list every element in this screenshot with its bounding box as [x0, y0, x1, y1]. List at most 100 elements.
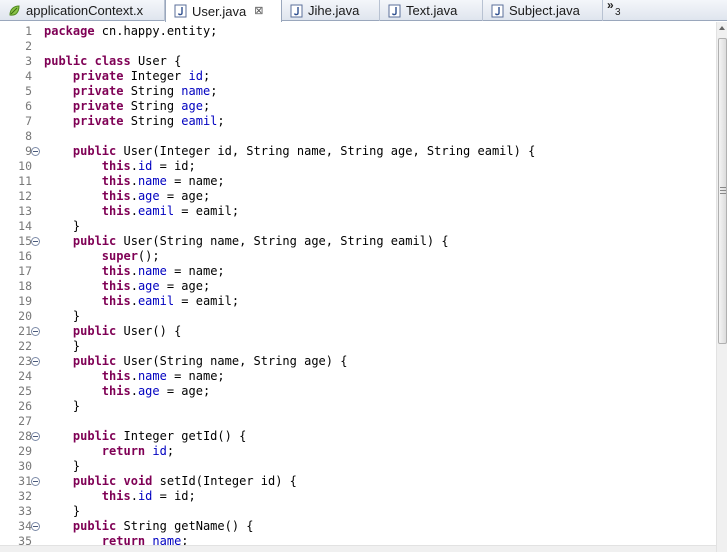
code-line[interactable]: 33 } [0, 504, 716, 519]
fold-toggle-icon[interactable] [31, 432, 40, 441]
code-line[interactable]: 29 return id; [0, 444, 716, 459]
line-number: 25 [18, 384, 32, 398]
code-line[interactable]: 9 public User(Integer id, String name, S… [0, 144, 716, 159]
code-text: public User(String name, String age) { [44, 354, 348, 369]
fold-toggle-icon[interactable] [31, 237, 40, 246]
code-keyword: public [72, 324, 117, 338]
tab-subject-java[interactable]: Subject.java [483, 0, 603, 21]
code-field: age [181, 99, 203, 113]
code-line[interactable]: 22 } [0, 339, 716, 354]
code-line[interactable]: 5 private String name; [0, 84, 716, 99]
line-number: 21 [18, 324, 32, 338]
code-keyword: private [72, 99, 124, 113]
code-line[interactable]: 26 } [0, 399, 716, 414]
code-line[interactable]: 32 this.id = id; [0, 489, 716, 504]
code-line[interactable]: 20 } [0, 309, 716, 324]
code-line[interactable]: 28 public Integer getId() { [0, 429, 716, 444]
code-field: id [137, 159, 153, 173]
code-text: private Integer id; [44, 69, 210, 84]
code-line[interactable]: 14 } [0, 219, 716, 234]
code-line[interactable]: 25 this.age = age; [0, 384, 716, 399]
fold-toggle-icon[interactable] [31, 327, 40, 336]
code-text: private String eamil; [44, 114, 225, 129]
code-line[interactable]: 13 this.eamil = eamil; [0, 204, 716, 219]
code-keyword: this [101, 279, 131, 293]
code-line[interactable]: 7 private String eamil; [0, 114, 716, 129]
code-token: = age; [159, 384, 211, 398]
code-line[interactable]: 2 [0, 39, 716, 54]
code-token: = id; [152, 489, 196, 503]
code-line[interactable]: 27 [0, 414, 716, 429]
code-line[interactable]: 34 public String getName() { [0, 519, 716, 534]
code-line[interactable]: 15 public User(String name, String age, … [0, 234, 716, 249]
code-text: public class User { [44, 54, 181, 69]
tab-overflow-button[interactable]: » 3 [604, 0, 634, 21]
tab-user-java[interactable]: User.java ⊠ [165, 0, 282, 22]
tab-text-java[interactable]: Text.java [380, 0, 483, 21]
code-line[interactable]: 3 public class User { [0, 54, 716, 69]
code-text: public User(Integer id, String name, Str… [44, 144, 535, 159]
code-line[interactable]: 6 private String age; [0, 99, 716, 114]
code-text: public User(String name, String age, Str… [44, 234, 449, 249]
code-token: ; [202, 99, 211, 113]
code-line[interactable]: 21 public User() { [0, 324, 716, 339]
java-file-icon [174, 4, 187, 18]
line-number: 11 [18, 174, 32, 188]
fold-toggle-icon[interactable] [31, 147, 40, 156]
code-token: } [44, 504, 81, 518]
tab-jihe-java[interactable]: Jihe.java [282, 0, 380, 21]
code-line[interactable]: 18 this.age = age; [0, 279, 716, 294]
code-line[interactable]: 19 this.eamil = eamil; [0, 294, 716, 309]
line-number: 1 [25, 24, 32, 38]
code-line[interactable]: 1 package cn.happy.entity; [0, 24, 716, 39]
code-line[interactable]: 4 private Integer id; [0, 69, 716, 84]
fold-toggle-icon[interactable] [31, 522, 40, 531]
code-line[interactable]: 8 [0, 129, 716, 144]
line-number: 13 [18, 204, 32, 218]
code-line[interactable]: 11 this.name = name; [0, 174, 716, 189]
code-text: } [44, 459, 80, 474]
code-line[interactable]: 23 public User(String name, String age) … [0, 354, 716, 369]
code-token: . [130, 489, 138, 503]
code-line[interactable]: 30 } [0, 459, 716, 474]
code-token: cn.happy.entity; [94, 24, 218, 38]
code-token: . [130, 189, 138, 203]
code-line[interactable]: 17 this.name = name; [0, 264, 716, 279]
code-token: Integer getId() { [116, 429, 247, 443]
fold-toggle-icon[interactable] [31, 357, 40, 366]
tab-label: User.java [192, 3, 247, 19]
code-keyword: return [101, 444, 146, 458]
code-editor[interactable]: 1 package cn.happy.entity; 2 3 public class … [0, 22, 716, 552]
code-token: = eamil; [174, 204, 240, 218]
code-text: this.id = id; [44, 489, 196, 504]
code-line[interactable]: 31 public void setId(Integer id) { [0, 474, 716, 489]
code-keyword: this [101, 264, 131, 278]
code-text: } [44, 219, 80, 234]
code-keyword: super [101, 249, 138, 263]
code-text: this.name = name; [44, 369, 225, 384]
line-number: 5 [25, 84, 32, 98]
code-line[interactable]: 10 this.id = id; [0, 159, 716, 174]
code-text: return id; [44, 444, 174, 459]
scroll-up-arrow-icon[interactable] [719, 26, 725, 30]
line-number: 15 [18, 234, 32, 248]
vertical-scrollbar[interactable] [716, 22, 727, 552]
code-line[interactable]: 24 this.name = name; [0, 369, 716, 384]
code-line[interactable]: 12 this.age = age; [0, 189, 716, 204]
close-icon[interactable]: ⊠ [254, 1, 263, 22]
vertical-scroll-thumb[interactable] [718, 38, 727, 344]
code-line[interactable]: 16 super(); [0, 249, 716, 264]
fold-toggle-icon[interactable] [31, 477, 40, 486]
code-text: private String age; [44, 99, 210, 114]
line-number: 4 [25, 69, 32, 83]
tab-applicationcontext[interactable]: applicationContext.x [0, 0, 165, 21]
line-number: 28 [18, 429, 32, 443]
horizontal-scrollbar[interactable] [0, 545, 716, 552]
line-number: 26 [18, 399, 32, 413]
